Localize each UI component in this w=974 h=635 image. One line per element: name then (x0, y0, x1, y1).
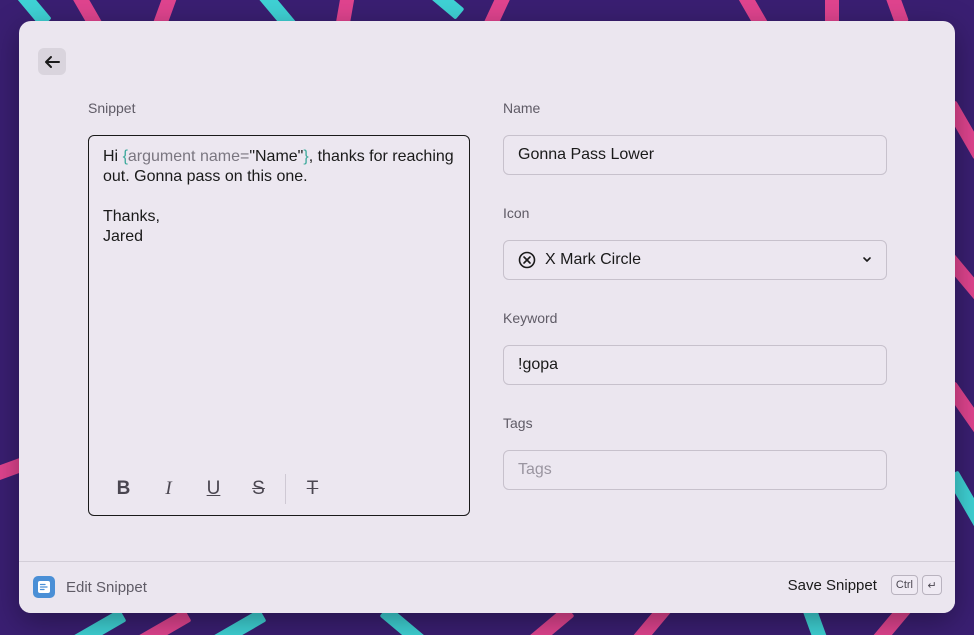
chevron-down-icon (863, 257, 871, 262)
argument-text: argument name= (127, 148, 250, 165)
bg-stripe (409, 0, 465, 20)
keyword-input[interactable]: !gopa (503, 345, 887, 385)
snippet-editor[interactable]: Hi {argument name="Name"}, thanks for re… (88, 135, 470, 516)
snippet-line-3: Thanks, (103, 208, 160, 225)
italic-icon: I (165, 478, 172, 499)
snippet-label: Snippet (88, 100, 136, 116)
italic-button[interactable]: I (146, 473, 191, 505)
clear-format-icon: T (306, 478, 319, 499)
bold-button[interactable]: B (101, 473, 146, 505)
tags-label: Tags (503, 415, 533, 431)
shortcut-key-ctrl: Ctrl (890, 575, 918, 595)
underline-button[interactable]: U (191, 473, 236, 505)
underline-icon: U (206, 478, 221, 499)
icon-label: Icon (503, 205, 530, 221)
argument-value: "Name" (249, 148, 304, 165)
footer-title: Edit Snippet (66, 579, 147, 596)
snippet-text[interactable]: Hi {argument name="Name"}, thanks for re… (103, 147, 455, 247)
format-toolbar: B I U S T (101, 473, 335, 505)
toolbar-divider (285, 474, 286, 504)
save-snippet-label: Save Snippet (787, 576, 877, 594)
name-input[interactable]: Gonna Pass Lower (503, 135, 887, 175)
clear-format-button[interactable]: T (290, 473, 335, 505)
back-button[interactable] (38, 48, 66, 75)
keyword-label: Keyword (503, 310, 558, 326)
tags-input[interactable]: Tags (503, 450, 887, 490)
icon-select-value: X Mark Circle (545, 251, 642, 268)
save-snippet-action[interactable]: Save Snippet Ctrl ↵ (788, 575, 942, 595)
snippet-text-segment: Hi (103, 148, 123, 165)
snippet-icon (38, 581, 50, 593)
snippet-command-icon (33, 576, 55, 598)
strikethrough-button[interactable]: S (236, 473, 281, 505)
name-label: Name (503, 100, 541, 116)
bold-icon: B (116, 478, 131, 499)
arrow-left-icon (45, 55, 60, 68)
shortcut-key-enter: ↵ (922, 575, 942, 595)
icon-select[interactable]: X Mark Circle (503, 240, 887, 280)
strikethrough-icon: S (252, 478, 265, 499)
snippet-line-4: Jared (103, 228, 144, 245)
snippet-line-1: Hi {argument name="Name"}, thanks for re… (103, 147, 455, 187)
footer-bar: Edit Snippet Save Snippet Ctrl ↵ (19, 561, 955, 613)
edit-snippet-window: Snippet Hi {argument name="Name"}, thank… (19, 21, 955, 613)
x-mark-circle-icon (518, 251, 536, 269)
